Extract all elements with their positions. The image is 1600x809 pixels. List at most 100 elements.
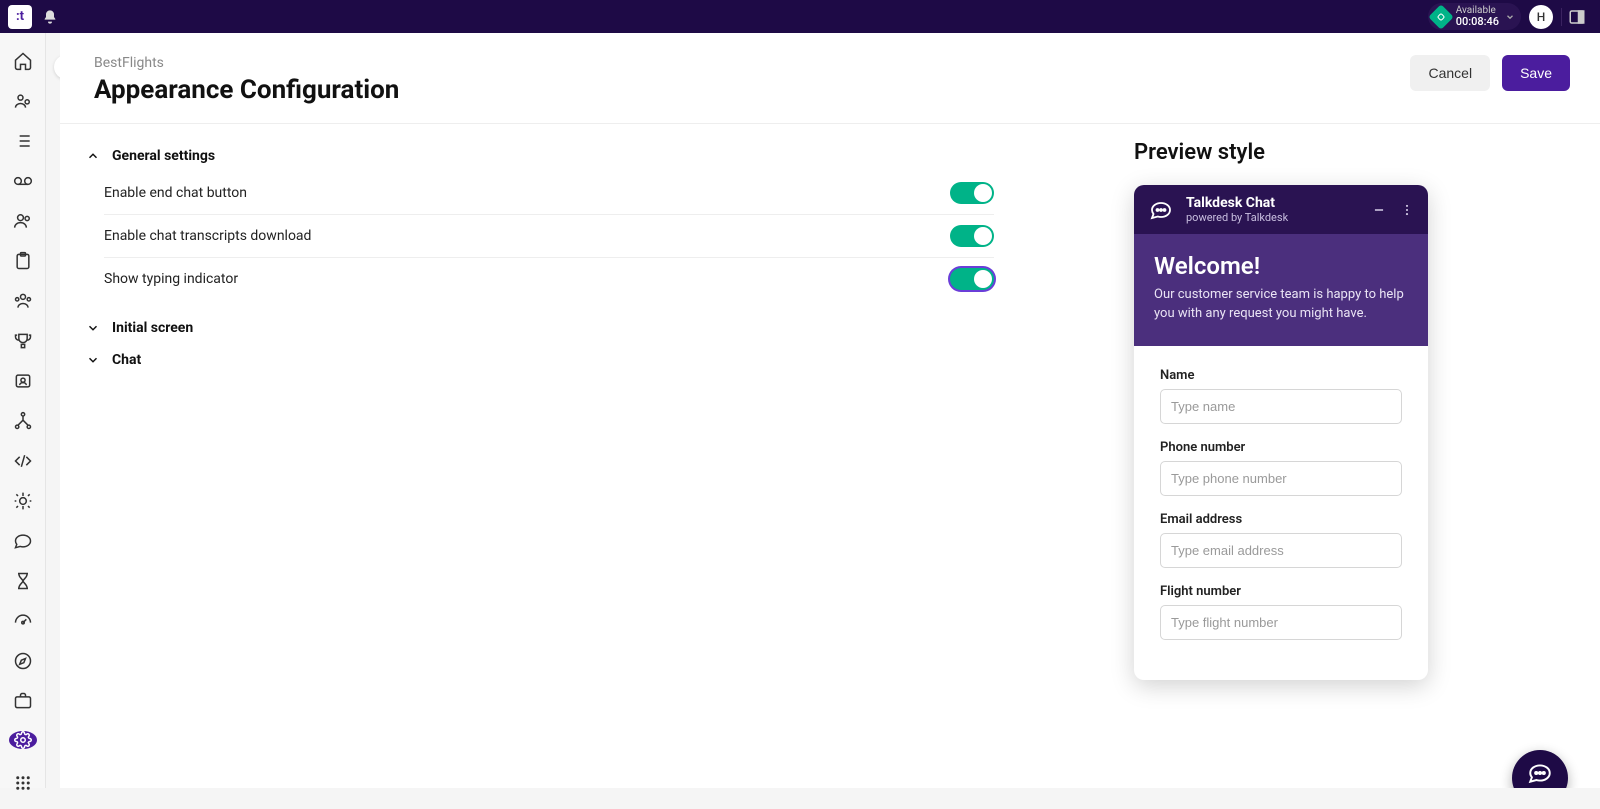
toggle-end-chat[interactable] xyxy=(950,182,994,204)
list-icon xyxy=(13,131,33,151)
setting-row-typing: Show typing indicator xyxy=(104,258,994,300)
chat-prechat-form: Name Phone number Email address Flight n… xyxy=(1134,346,1428,680)
gear-icon xyxy=(14,731,32,749)
sidebar-apps[interactable] xyxy=(9,769,37,797)
setting-label: Enable chat transcripts download xyxy=(104,228,311,244)
side-panel-toggle[interactable] xyxy=(1561,8,1592,26)
sidebar-integrations[interactable] xyxy=(9,491,37,511)
section-initial-header[interactable]: Initial screen xyxy=(84,312,1094,344)
kebab-menu-icon[interactable] xyxy=(1400,203,1414,217)
app-logo[interactable]: :t xyxy=(8,5,32,29)
sidebar-profile[interactable] xyxy=(9,371,37,391)
save-button[interactable]: Save xyxy=(1502,55,1570,91)
section-general-header[interactable]: General settings xyxy=(84,140,1094,172)
sidebar-activity[interactable] xyxy=(9,131,37,151)
compass-icon xyxy=(13,651,33,671)
sidebar-dev[interactable] xyxy=(9,451,37,471)
notifications-button[interactable] xyxy=(42,9,58,25)
chat-header-text: Talkdesk Chat powered by Talkdesk xyxy=(1186,195,1288,224)
topbar-right: Available 00:08:46 H xyxy=(1428,3,1592,30)
branch-icon xyxy=(13,411,33,431)
chat-header-title: Talkdesk Chat xyxy=(1186,195,1288,211)
home-icon xyxy=(13,51,33,71)
sidebar-voicemail[interactable] xyxy=(9,171,37,191)
contacts-icon xyxy=(13,211,33,231)
chevron-down-icon xyxy=(84,321,102,335)
code-icon xyxy=(13,451,33,471)
panel-icon xyxy=(1568,8,1586,26)
content-area: General settings Enable end chat button … xyxy=(60,124,1600,784)
conversations-icon xyxy=(13,91,33,111)
setting-label: Enable end chat button xyxy=(104,185,247,201)
toggle-knob xyxy=(974,270,992,288)
welcome-title: Welcome! xyxy=(1154,252,1408,280)
chat-widget-header: Talkdesk Chat powered by Talkdesk xyxy=(1134,185,1428,234)
page-header: BestFlights Appearance Configuration Can… xyxy=(60,33,1600,124)
sidebar-admin[interactable] xyxy=(9,731,37,749)
input-phone[interactable] xyxy=(1160,461,1402,496)
briefcase-icon xyxy=(13,691,33,711)
chat-header-actions xyxy=(1372,203,1414,217)
voicemail-icon xyxy=(13,171,33,191)
agent-status-selector[interactable]: Available 00:08:46 xyxy=(1428,3,1521,30)
user-avatar[interactable]: H xyxy=(1529,5,1553,29)
status-text: Available 00:08:46 xyxy=(1456,5,1499,28)
sidebar-workspace[interactable] xyxy=(9,691,37,711)
sidebar-explore[interactable] xyxy=(9,651,37,671)
sidebar-messaging[interactable] xyxy=(9,531,37,551)
field-flight: Flight number xyxy=(1160,584,1402,640)
setting-label: Show typing indicator xyxy=(104,271,238,287)
minimize-icon[interactable] xyxy=(1372,203,1386,217)
section-chat-header[interactable]: Chat xyxy=(84,344,1094,376)
chat-icon xyxy=(13,531,33,551)
chat-header-sub: powered by Talkdesk xyxy=(1186,211,1288,224)
topbar-left: :t xyxy=(8,5,58,29)
section-initial-title: Initial screen xyxy=(112,320,193,336)
sidebar-contacts[interactable] xyxy=(9,211,37,231)
id-icon xyxy=(13,371,33,391)
page-title: Appearance Configuration xyxy=(94,75,399,105)
field-label: Email address xyxy=(1160,512,1402,527)
toggle-typing-indicator[interactable] xyxy=(950,268,994,290)
chat-bubble-icon xyxy=(1148,197,1174,223)
breadcrumb[interactable]: BestFlights xyxy=(94,55,399,71)
sidebar-assignments[interactable] xyxy=(9,251,37,271)
field-email: Email address xyxy=(1160,512,1402,568)
chevron-down-icon xyxy=(84,353,102,367)
sidebar-schedules[interactable] xyxy=(9,571,37,591)
section-chat-title: Chat xyxy=(112,352,141,368)
toggle-knob xyxy=(974,184,992,202)
sidebar-home[interactable] xyxy=(9,51,37,71)
sidebar-performance[interactable] xyxy=(9,611,37,631)
input-flight[interactable] xyxy=(1160,605,1402,640)
clipboard-icon xyxy=(13,251,33,271)
plugin-icon xyxy=(13,491,33,511)
sidebar-bottom xyxy=(9,769,37,809)
section-general-title: General settings xyxy=(112,148,215,164)
input-name[interactable] xyxy=(1160,389,1402,424)
header-titles: BestFlights Appearance Configuration xyxy=(94,55,399,105)
sidebar-leaderboard[interactable] xyxy=(9,331,37,351)
team-icon xyxy=(13,291,33,311)
hourglass-icon xyxy=(13,571,33,591)
status-available-icon xyxy=(1428,4,1453,29)
preview-title: Preview style xyxy=(1134,140,1454,165)
cancel-button[interactable]: Cancel xyxy=(1410,55,1490,91)
header-actions: Cancel Save xyxy=(1410,55,1570,91)
chevron-up-icon xyxy=(84,149,102,163)
sidebar-team[interactable] xyxy=(9,291,37,311)
sidebar-routing[interactable] xyxy=(9,411,37,431)
welcome-body: Our customer service team is happy to he… xyxy=(1154,286,1408,324)
settings-column: General settings Enable end chat button … xyxy=(84,140,1094,754)
field-phone: Phone number xyxy=(1160,440,1402,496)
chat-welcome-banner: Welcome! Our customer service team is ha… xyxy=(1134,234,1428,346)
sidebar-conversations[interactable] xyxy=(9,91,37,111)
trophy-icon xyxy=(13,331,33,351)
bell-icon xyxy=(42,9,58,25)
input-email[interactable] xyxy=(1160,533,1402,568)
chat-bubble-icon xyxy=(1527,760,1553,786)
sidebar xyxy=(0,33,46,788)
apps-grid-icon xyxy=(14,774,32,792)
gauge-icon xyxy=(13,611,33,631)
toggle-transcripts[interactable] xyxy=(950,225,994,247)
